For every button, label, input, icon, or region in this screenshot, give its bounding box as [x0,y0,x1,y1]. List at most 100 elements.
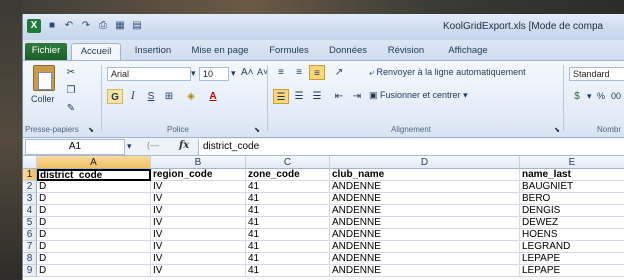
row-header[interactable]: 7 [23,241,37,253]
row-header[interactable]: 1 [23,169,37,181]
save-icon[interactable]: ■ [45,19,59,33]
header-cell[interactable]: region_code [151,169,246,181]
table-cell[interactable]: D [37,229,151,241]
excel-app-icon[interactable]: X [27,19,41,33]
row-header[interactable]: 4 [23,205,37,217]
tab-affichage[interactable]: Affichage [439,43,497,60]
header-cell[interactable]: zone_code [246,169,330,181]
align-middle-icon[interactable]: ≡ [291,65,307,80]
tab-accueil[interactable]: Accueil [71,43,121,60]
print-icon[interactable]: ⎙ [96,19,110,33]
table-cell[interactable]: 41 [246,253,330,265]
column-header-e[interactable]: E [520,156,624,169]
align-center-icon[interactable]: ☰ [291,89,307,104]
paste-icon[interactable] [33,65,55,91]
table-cell[interactable]: D [37,265,151,277]
tab-fichier[interactable]: Fichier [25,43,67,60]
header-cell[interactable]: name_last [520,169,624,181]
formula-bar-cancel-icon[interactable]: (— [147,140,159,150]
italic-button[interactable]: I [125,89,141,104]
align-top-icon[interactable]: ≡ [273,65,289,80]
align-right-icon[interactable]: ☰ [309,89,325,104]
format-painter-icon[interactable]: ✎ [63,101,79,116]
table-cell[interactable]: ANDENNE [330,181,520,193]
decrease-indent-icon[interactable]: ⇤ [331,89,347,104]
header-cell[interactable]: club_name [330,169,520,181]
table-cell[interactable]: ANDENNE [330,265,520,277]
bold-button[interactable]: G [107,89,123,104]
increase-indent-icon[interactable]: ⇥ [349,89,365,104]
table-cell[interactable]: D [37,193,151,205]
merge-center-button[interactable]: ▣ Fusionner et centrer ▾ [369,90,468,101]
font-family-select[interactable]: Arial [107,67,191,81]
table-cell[interactable]: D [37,217,151,229]
table-cell[interactable]: IV [151,193,246,205]
table-cell[interactable]: 41 [246,181,330,193]
row-header[interactable]: 6 [23,229,37,241]
tab-insertion[interactable]: Insertion [127,43,179,60]
table-cell[interactable]: LEPAPE [520,265,624,277]
percent-button[interactable]: % [597,91,605,101]
table-icon[interactable]: ▦ [113,19,127,33]
table-cell[interactable]: HOENS [520,229,624,241]
table-cell[interactable]: BAUGNIET [520,181,624,193]
row-header[interactable]: 2 [23,181,37,193]
table-cell[interactable]: LEGRAND [520,241,624,253]
table-cell[interactable]: D [37,253,151,265]
table-cell[interactable]: ANDENNE [330,193,520,205]
table-cell[interactable]: 41 [246,205,330,217]
formula-input[interactable]: district_code [198,139,624,155]
row-header[interactable]: 5 [23,217,37,229]
table-cell[interactable]: 41 [246,229,330,241]
table-cell[interactable]: IV [151,205,246,217]
select-all-corner[interactable] [23,156,37,169]
table-cell[interactable]: DENGIS [520,205,624,217]
tab-mise-en-page[interactable]: Mise en page [185,43,255,60]
table-cell[interactable]: 41 [246,265,330,277]
align-bottom-icon[interactable]: ≡ [309,65,325,80]
table-cell[interactable]: D [37,205,151,217]
orientation-icon[interactable]: ↗ [331,65,347,80]
table-cell[interactable]: ANDENNE [330,205,520,217]
align-left-icon[interactable]: ☰ [273,89,289,104]
row-header[interactable]: 9 [23,265,37,277]
row-header[interactable]: 8 [23,253,37,265]
table-cell[interactable]: 41 [246,217,330,229]
row-header[interactable]: 3 [23,193,37,205]
column-header-b[interactable]: B [151,156,246,169]
table-cell[interactable]: BERO [520,193,624,205]
tab-formules[interactable]: Formules [263,43,315,60]
table-cell[interactable]: 41 [246,241,330,253]
table-cell[interactable]: IV [151,253,246,265]
name-box[interactable]: A1 [25,139,125,155]
font-size-select[interactable]: 10 [199,67,229,81]
chevron-down-icon[interactable]: ▾ [587,91,592,102]
cut-icon[interactable]: ✂ [63,65,79,80]
tab-revision[interactable]: Révision [381,43,431,60]
clipboard-launcher-icon[interactable]: ⬊ [83,123,99,138]
thousands-button[interactable]: 00 [611,91,621,101]
table-cell[interactable]: LEPAPE [520,253,624,265]
table-cell[interactable]: D [37,241,151,253]
header-cell[interactable]: district_code [37,169,151,181]
table-cell[interactable]: 41 [246,193,330,205]
table-cell[interactable]: ANDENNE [330,253,520,265]
table-cell[interactable]: D [37,181,151,193]
table-cell[interactable]: IV [151,229,246,241]
undo-icon[interactable]: ↶ [62,19,76,33]
wrap-text-button[interactable]: ⤶ Renvoyer à la ligne automatiquement [369,67,526,78]
font-color-icon[interactable]: A [205,89,221,104]
table-cell[interactable]: DEWEZ [520,217,624,229]
table-cell[interactable]: ANDENNE [330,241,520,253]
chevron-down-icon[interactable]: ▾ [191,68,196,79]
column-header-d[interactable]: D [330,156,520,169]
borders-icon[interactable]: ⊞ [161,89,177,104]
insert-function-button[interactable]: fx [179,140,189,151]
column-header-c[interactable]: C [246,156,330,169]
table-cell[interactable]: IV [151,241,246,253]
fill-color-icon[interactable]: ◈ [183,89,199,104]
underline-button[interactable]: S [143,89,159,104]
number-format-select[interactable]: Standard [569,67,624,81]
table-cell[interactable]: IV [151,217,246,229]
chart-icon[interactable]: ▤ [130,19,144,33]
